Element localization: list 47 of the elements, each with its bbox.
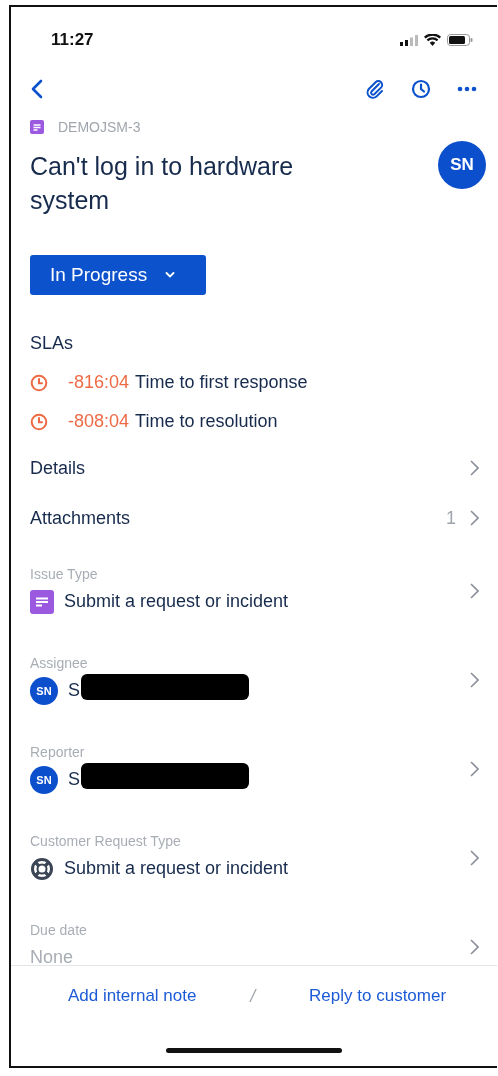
field-value: S [68,680,80,701]
chevron-icon[interactable] [470,582,479,599]
section-title[interactable]: Details [30,457,86,479]
clock-icon[interactable] [409,77,433,101]
chevron-icon[interactable] [470,849,479,866]
sla-heading: SLAs [30,333,75,354]
avatar[interactable]: SN [438,141,486,189]
request-type-icon [30,120,44,134]
wifi-icon [424,34,441,46]
action-link[interactable]: Add internal note [67,986,197,1006]
battery-icon [447,34,473,46]
chevron-icon[interactable] [470,938,479,955]
sla-time: -816:04 [68,372,130,393]
chevron-icon[interactable] [470,510,479,526]
field-label: Assignee [30,654,88,671]
field-value: Submit a request or incident [64,858,289,879]
issue-title: Can't log in to hardware system [30,151,295,216]
status-dropdown[interactable]: In Progress [30,255,206,295]
field-label: Reporter [30,743,85,760]
sla-time: -808:04 [68,411,130,432]
signal-icon [400,34,418,46]
lifebuoy-icon [30,856,54,881]
field-value: Submit a request or incident [64,591,289,612]
avatar: SN [30,765,58,794]
action-link[interactable]: Reply to customer [309,986,447,1006]
clock-icon [30,412,48,431]
field-label: Due date [30,921,87,938]
sla-label: Time to resolution [135,411,278,432]
back-button[interactable] [29,77,45,101]
field-value: None [30,947,74,965]
status-time: 11:27 [51,30,94,50]
chevron-icon[interactable] [470,760,479,777]
sla-label: Time to first response [135,372,308,393]
separator: / [250,985,256,1007]
chevron-icon[interactable] [470,460,479,476]
more-icon[interactable] [455,84,479,94]
caret-icon [165,272,176,278]
section-title[interactable]: Attachments [30,507,131,529]
attachment-count: 1 [446,507,456,529]
field-label: Issue Type [30,565,99,582]
avatar: SN [30,676,58,705]
field-value: S [68,769,80,790]
request-type-icon [30,589,54,614]
chevron-icon[interactable] [470,671,479,688]
field-label: Customer Request Type [30,832,182,849]
issue-key: DEMOJSM-3 [58,119,141,135]
clock-icon [30,373,48,392]
